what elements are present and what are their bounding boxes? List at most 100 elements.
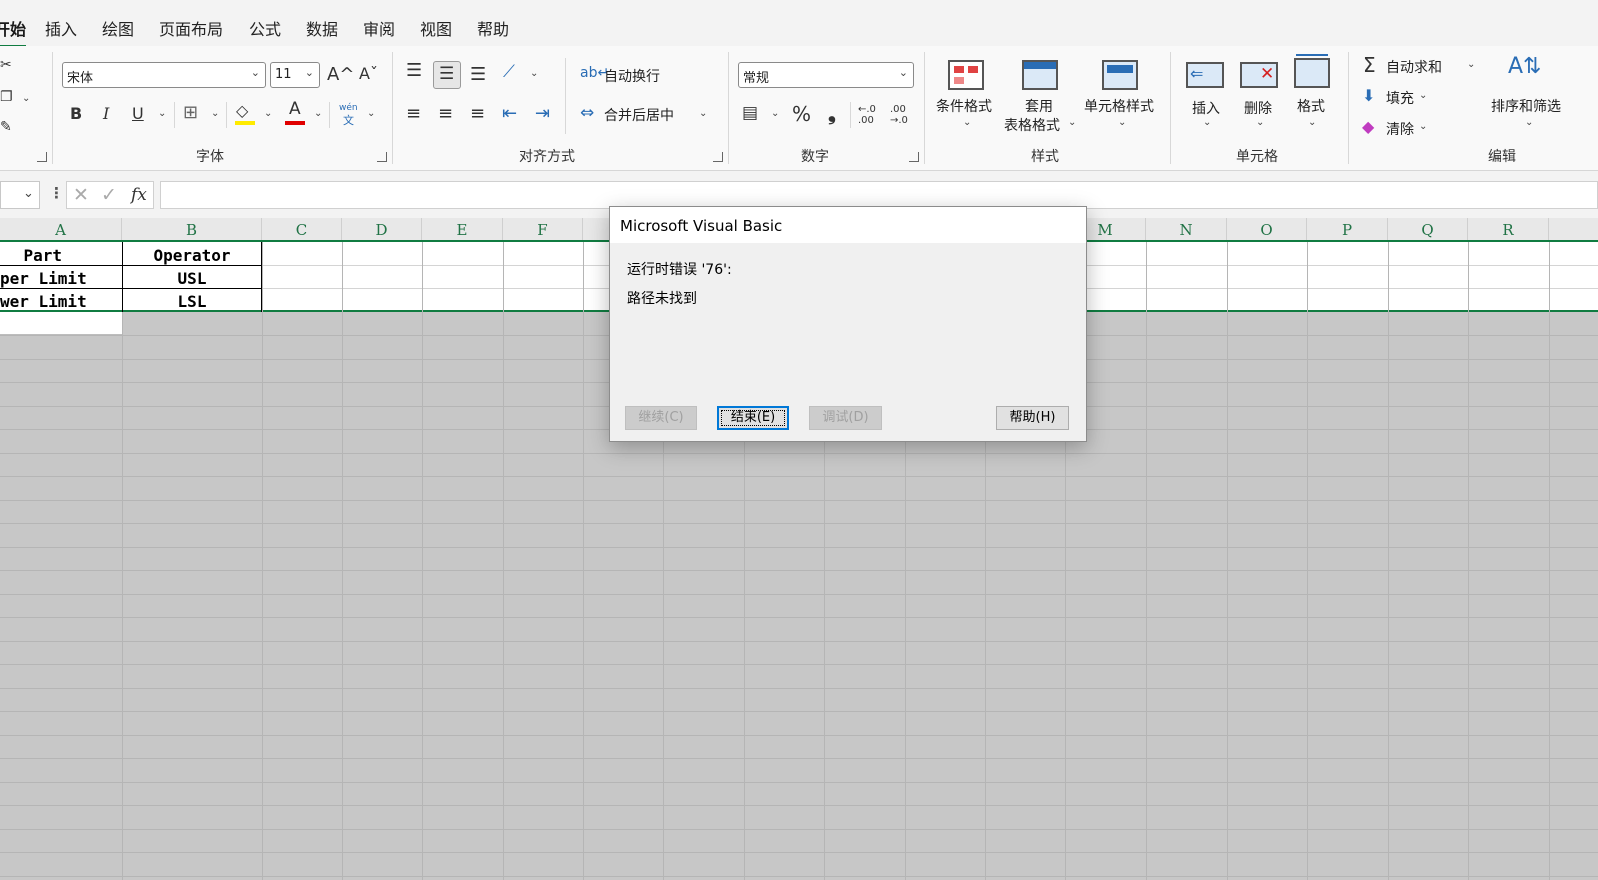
column-header-r[interactable]: R	[1468, 218, 1549, 240]
insert-function-button[interactable]: fx	[131, 185, 147, 205]
cancel-entry-icon[interactable]: ✕	[73, 184, 89, 206]
format-dropdown-icon[interactable]: ⌄	[1308, 117, 1316, 128]
more-options-icon[interactable]: ⋮	[49, 184, 64, 202]
column-header-c[interactable]: C	[262, 218, 342, 240]
tab-view[interactable]: 视图	[420, 16, 452, 40]
column-header-n[interactable]: N	[1146, 218, 1227, 240]
conditional-formatting-dropdown-icon[interactable]: ⌄	[963, 117, 971, 128]
conditional-formatting-icon[interactable]	[948, 60, 984, 90]
merge-center-button[interactable]: 合并后居中	[604, 105, 674, 125]
format-cells-icon[interactable]	[1294, 54, 1330, 88]
number-launcher-icon[interactable]	[909, 152, 919, 162]
insert-cells-icon[interactable]: ⇐	[1186, 62, 1224, 88]
accounting-dropdown-icon[interactable]: ⌄	[771, 108, 779, 119]
confirm-entry-icon[interactable]: ✓	[101, 184, 117, 206]
tab-help[interactable]: 帮助	[477, 16, 509, 40]
wrap-text-button[interactable]: 自动换行	[604, 66, 660, 86]
column-header-p[interactable]: P	[1307, 218, 1388, 240]
merge-center-icon[interactable]: ⇔	[580, 105, 594, 122]
align-bottom-icon[interactable]: ☰	[470, 66, 486, 84]
align-middle-button[interactable]: ☰	[433, 61, 461, 89]
delete-cells-button[interactable]: 删除	[1244, 98, 1272, 118]
tab-insert[interactable]: 插入	[45, 16, 77, 40]
tab-page-layout[interactable]: 页面布局	[159, 16, 223, 40]
accounting-format-icon[interactable]: ▤	[742, 105, 758, 122]
orientation-icon[interactable]: ⟋	[503, 64, 515, 81]
copy-dropdown-icon[interactable]: ⌄	[22, 93, 30, 104]
tab-home[interactable]: 开始	[0, 16, 27, 48]
clear-button[interactable]: 清除	[1386, 119, 1414, 139]
underline-dropdown-icon[interactable]: ⌄	[158, 108, 166, 119]
fill-icon[interactable]: ⬇	[1362, 88, 1375, 104]
cell-styles-dropdown-icon[interactable]: ⌄	[1118, 117, 1126, 128]
column-header-b[interactable]: B	[122, 218, 262, 240]
font-color-button[interactable]: A	[289, 101, 301, 118]
continue-button[interactable]: 继续(C)	[625, 406, 697, 430]
cell-styles-icon[interactable]	[1102, 60, 1138, 90]
percent-button[interactable]: %	[792, 104, 811, 124]
eraser-icon[interactable]: ◆	[1362, 119, 1374, 135]
chevron-down-icon[interactable]: ⌄	[23, 186, 34, 201]
tab-draw[interactable]: 绘图	[102, 16, 134, 40]
bold-button[interactable]: B	[70, 106, 82, 122]
dialog-title-bar[interactable]: Microsoft Visual Basic	[610, 207, 1086, 243]
decrease-indent-icon[interactable]: ⇤	[502, 105, 517, 123]
end-button[interactable]: 结束(E)	[717, 406, 789, 430]
borders-dropdown-icon[interactable]: ⌄	[211, 108, 219, 119]
format-as-table-icon[interactable]	[1022, 60, 1058, 90]
orientation-dropdown-icon[interactable]: ⌄	[530, 68, 538, 79]
fill-dropdown-icon[interactable]: ⌄	[1419, 90, 1427, 101]
comma-style-button[interactable]: ❟	[828, 103, 836, 123]
fill-color-dropdown-icon[interactable]: ⌄	[264, 108, 272, 119]
align-top-icon[interactable]: ☰	[406, 62, 422, 80]
align-center-icon[interactable]: ≡	[438, 105, 453, 123]
clipboard-launcher-icon[interactable]	[37, 152, 47, 162]
font-name-combo[interactable]: 宋体 ⌄	[62, 62, 266, 88]
column-header-q[interactable]: Q	[1388, 218, 1468, 240]
sort-filter-button[interactable]: 排序和筛选	[1491, 96, 1561, 116]
autosum-dropdown-icon[interactable]: ⌄	[1467, 59, 1475, 70]
autosum-icon[interactable]: Σ	[1363, 55, 1376, 75]
format-as-table-line2[interactable]: 表格格式	[1004, 115, 1060, 135]
sort-filter-dropdown-icon[interactable]: ⌄	[1525, 117, 1533, 128]
delete-dropdown-icon[interactable]: ⌄	[1256, 117, 1264, 128]
conditional-formatting-button[interactable]: 条件格式	[936, 96, 992, 116]
format-as-table-line1[interactable]: 套用	[1025, 96, 1053, 116]
decrease-decimal-icon[interactable]: .00 →.0	[890, 104, 914, 126]
delete-cells-icon[interactable]: ✕	[1240, 62, 1278, 88]
help-button[interactable]: 帮助(H)	[996, 406, 1069, 430]
grow-font-button[interactable]: A^	[327, 66, 354, 84]
underline-button[interactable]: U	[132, 106, 144, 122]
alignment-launcher-icon[interactable]	[713, 152, 723, 162]
column-header-f[interactable]: F	[503, 218, 583, 240]
insert-cells-button[interactable]: 插入	[1192, 98, 1220, 118]
column-header-o[interactable]: O	[1227, 218, 1307, 240]
name-box[interactable]: ⌄	[0, 181, 40, 209]
autosum-button[interactable]: 自动求和	[1386, 57, 1442, 77]
tab-review[interactable]: 审阅	[363, 16, 395, 40]
fill-button[interactable]: 填充	[1386, 88, 1414, 108]
phonetic-guide-icon[interactable]: 文	[343, 112, 354, 128]
increase-indent-icon[interactable]: ⇥	[535, 105, 550, 123]
column-header-d[interactable]: D	[342, 218, 422, 240]
insert-dropdown-icon[interactable]: ⌄	[1203, 117, 1211, 128]
borders-icon[interactable]: ⊞	[183, 104, 198, 122]
font-size-combo[interactable]: 11 ⌄	[270, 62, 320, 88]
format-painter-icon[interactable]: ✎	[0, 120, 12, 134]
format-as-table-dropdown-icon[interactable]: ⌄	[1068, 117, 1076, 128]
formula-input[interactable]	[160, 181, 1598, 209]
italic-button[interactable]: I	[103, 106, 109, 122]
clear-dropdown-icon[interactable]: ⌄	[1419, 121, 1427, 132]
increase-decimal-icon[interactable]: ←.0 .00	[858, 104, 882, 126]
column-header-e[interactable]: E	[422, 218, 503, 240]
align-right-icon[interactable]: ≡	[470, 105, 485, 123]
copy-icon[interactable]: ❐	[0, 90, 13, 104]
column-header-a[interactable]: A	[0, 218, 122, 240]
tab-formulas[interactable]: 公式	[249, 16, 281, 40]
merge-dropdown-icon[interactable]: ⌄	[699, 108, 707, 119]
shrink-font-button[interactable]: Aˇ	[359, 66, 378, 82]
align-left-icon[interactable]: ≡	[406, 105, 421, 123]
cell-styles-button[interactable]: 单元格样式	[1084, 96, 1154, 116]
fill-color-icon[interactable]: ◇	[236, 103, 248, 119]
tab-data[interactable]: 数据	[306, 16, 338, 40]
